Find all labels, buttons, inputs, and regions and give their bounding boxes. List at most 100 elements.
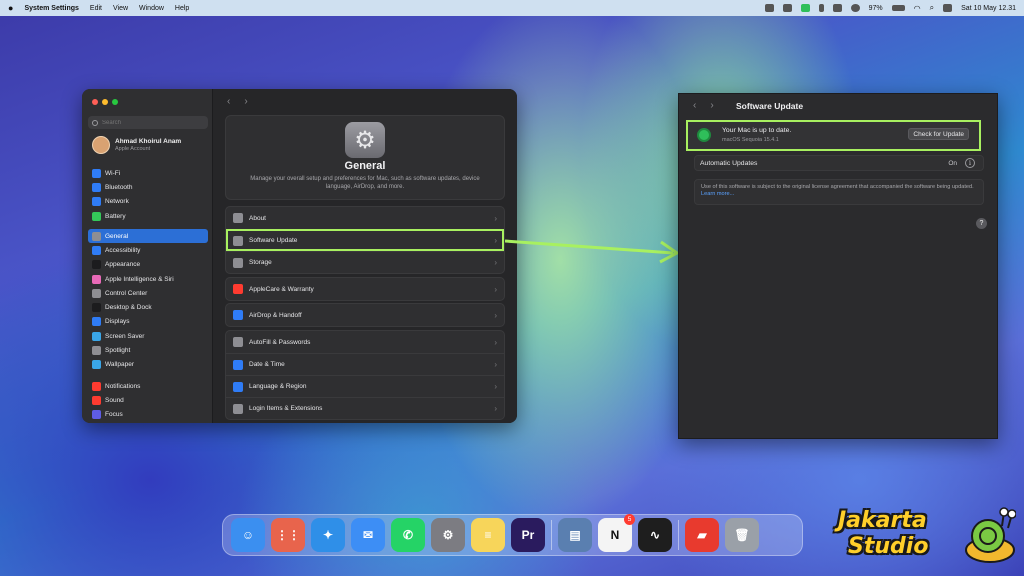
settings-row-autofill-and-passwords[interactable]: AutoFill & Passwords › (226, 331, 504, 353)
notes-icon[interactable]: ≡ (471, 518, 505, 552)
sidebar-search[interactable] (88, 116, 208, 129)
storage-icon (233, 257, 243, 268)
settings-row-label: AirDrop & Handoff (249, 311, 302, 319)
menu-edit[interactable]: Edit (90, 5, 102, 12)
sidebar-item-label: Appearance (105, 261, 141, 269)
launchpad-icon[interactable]: ⋮⋮ (271, 518, 305, 552)
dock: ☺ ⋮⋮ ✦ ✉ ✆ ⚙ ≡ Pr ▤ N 5 ∿ ▰ 🗑 (222, 514, 803, 556)
sidebar-item-appearance[interactable]: Appearance (88, 258, 208, 272)
back-arrow-icon[interactable]: ‹ (693, 100, 696, 111)
avatar (92, 136, 110, 154)
sidebar-item-spotlight[interactable]: Spotlight (88, 343, 208, 357)
sidebar-item-screen-saver[interactable]: Screen Saver (88, 329, 208, 343)
status-green-icon[interactable] (800, 4, 810, 12)
menu-help[interactable]: Help (175, 5, 189, 12)
mail-icon[interactable]: ✉ (351, 518, 385, 552)
settings-row-software-update[interactable]: Software Update › (226, 229, 504, 251)
premiere-pro-icon[interactable]: Pr (511, 518, 545, 552)
settings-group: AirDrop & Handoff › (225, 303, 505, 327)
sidebar-item-label: Control Center (105, 289, 148, 297)
sidebar-item-control-center[interactable]: Control Center (88, 286, 208, 300)
status-cloud-icon[interactable] (782, 4, 792, 12)
sidebar-item-displays[interactable]: Displays (88, 315, 208, 329)
check-for-update-button[interactable]: Check for Update (908, 128, 969, 140)
desktop-and-dock-icon (92, 303, 101, 313)
menu-view[interactable]: View (113, 5, 128, 12)
minimize-window-button[interactable] (102, 99, 108, 105)
status-n-icon[interactable] (764, 4, 774, 12)
app-menu[interactable]: System Settings (24, 5, 78, 12)
whatsapp-icon[interactable]: ✆ (391, 518, 425, 552)
sidebar-item-apple-intelligence-and-siri[interactable]: Apple Intelligence & Siri (88, 272, 208, 286)
update-status-row: Your Mac is up to date. macOS Sequoia 15… (686, 120, 981, 151)
learn-more-link[interactable]: Learn more... (701, 191, 734, 197)
activity-monitor-icon[interactable]: ∿ (638, 518, 672, 552)
creative-cloud-folder-icon[interactable]: ▰ (685, 518, 719, 552)
sidebar-item-bluetooth[interactable]: Bluetooth (88, 180, 208, 194)
menu-window[interactable]: Window (139, 5, 164, 12)
keyboard-icon[interactable] (832, 4, 842, 12)
menubar-clock[interactable]: Sat 10 May 12.31 (961, 5, 1016, 12)
forward-arrow-icon[interactable]: › (244, 96, 247, 107)
sidebar-item-battery[interactable]: Battery (88, 209, 208, 223)
bluetooth-icon (92, 182, 101, 192)
chevron-right-icon: › (494, 213, 497, 223)
sidebar-item-focus[interactable]: Focus (88, 408, 208, 422)
general-gear-icon: ⚙ (345, 122, 385, 158)
sidebar-item-label: General (105, 232, 129, 240)
close-window-button[interactable] (92, 99, 98, 105)
battery-icon[interactable] (891, 5, 905, 11)
preview-icon[interactable]: ▤ (558, 518, 592, 552)
battery-percent[interactable]: 97% (869, 5, 883, 12)
sidebar-item-wi-fi[interactable]: Wi-Fi (88, 166, 208, 180)
login-items-and-extensions-icon (233, 403, 243, 414)
sidebar-item-desktop-and-dock[interactable]: Desktop & Dock (88, 300, 208, 314)
sidebar-item-sound[interactable]: Sound (88, 393, 208, 407)
info-icon[interactable]: i (965, 158, 975, 168)
dock-separator (678, 520, 679, 550)
sidebar-item-accessibility[interactable]: Accessibility (88, 243, 208, 257)
sidebar-item-general[interactable]: General (88, 229, 208, 244)
settings-row-language-and-region[interactable]: Language & Region › (226, 375, 504, 397)
finder-icon[interactable]: ☺ (231, 518, 265, 552)
trash-icon[interactable]: 🗑 (725, 518, 759, 552)
account-entry[interactable]: Ahmad Khoirul Anam Apple Account (92, 136, 181, 154)
search-input[interactable] (102, 119, 202, 126)
system-settings-icon[interactable]: ⚙ (431, 518, 465, 552)
language-and-region-icon (233, 381, 243, 392)
forward-arrow-icon[interactable]: › (710, 100, 713, 111)
settings-row-about[interactable]: About › (226, 207, 504, 229)
settings-group: About › Software Update › Storage › (225, 206, 505, 274)
settings-row-applecare-and-warranty[interactable]: AppleCare & Warranty › (226, 278, 504, 300)
jakarta-studio-logo: Jakarta Studio (834, 500, 1019, 570)
safari-icon[interactable]: ✦ (311, 518, 345, 552)
sidebar-item-label: Apple Intelligence & Siri (105, 275, 174, 283)
spotlight-search-icon[interactable]: ⌕ (930, 3, 934, 13)
help-button[interactable]: ? (976, 218, 987, 229)
control-center-icon[interactable] (943, 4, 953, 12)
sidebar-item-network[interactable]: Network (88, 195, 208, 209)
sidebar-item-wallpaper[interactable]: Wallpaper (88, 358, 208, 372)
apple-menu-icon[interactable]: ● (8, 3, 13, 13)
sidebar-notification-group: Notifications Sound Focus (88, 379, 208, 422)
notion-icon[interactable]: N5 (598, 514, 635, 552)
settings-row-label: Software Update (249, 237, 298, 244)
system-settings-window: Ahmad Khoirul Anam Apple Account Wi-Fi Bl… (82, 89, 517, 423)
sidebar-item-label: Displays (105, 318, 130, 326)
page-title: General (344, 160, 386, 172)
zoom-window-button[interactable] (112, 99, 118, 105)
automatic-updates-row[interactable]: Automatic Updates On i (694, 155, 984, 171)
bluetooth-icon[interactable] (818, 4, 824, 12)
settings-row-login-items-and-extensions[interactable]: Login Items & Extensions › (226, 397, 504, 419)
back-arrow-icon[interactable]: ‹ (227, 96, 230, 107)
status-circle-icon[interactable] (850, 4, 860, 12)
sidebar: Ahmad Khoirul Anam Apple Account Wi-Fi Bl… (82, 89, 213, 423)
dock-separator (551, 520, 552, 550)
settings-row-storage[interactable]: Storage › (226, 251, 504, 273)
sidebar-item-notifications[interactable]: Notifications (88, 379, 208, 393)
sound-icon (92, 395, 101, 405)
license-text: Use of this software is subject to the o… (701, 184, 974, 190)
settings-row-date-and-time[interactable]: Date & Time › (226, 353, 504, 375)
settings-row-airdrop-and-handoff[interactable]: AirDrop & Handoff › (226, 304, 504, 326)
wifi-icon[interactable]: ◠ (914, 4, 921, 13)
